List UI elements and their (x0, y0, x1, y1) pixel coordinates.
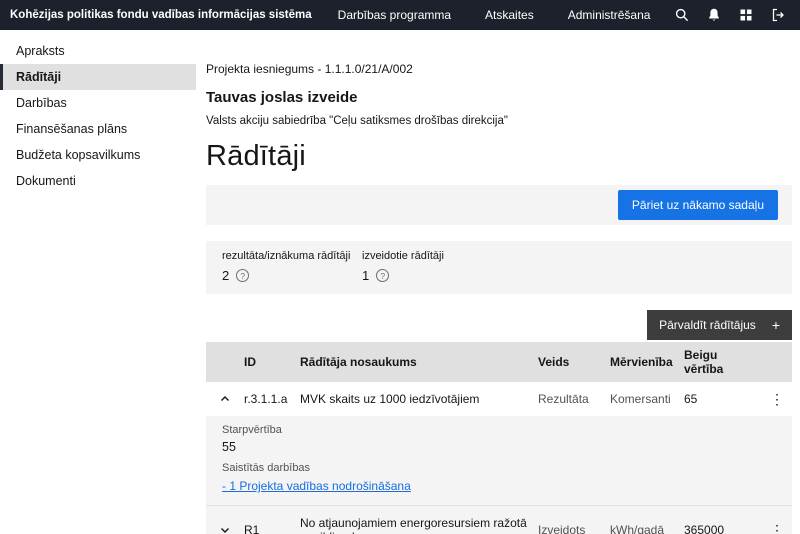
interim-value: 55 (222, 440, 776, 455)
nav-item-administresana[interactable]: Administrēšana (568, 8, 651, 22)
chevron-down-icon[interactable] (219, 524, 231, 534)
stats-panel: rezultāta/iznākuma rādītāji 2 ? izveidot… (206, 241, 792, 294)
sidebar: Apraksts Rādītāji Darbības Finansēšanas … (0, 30, 196, 534)
stat-value: 2 (222, 268, 229, 283)
main-content: Projekta iesniegums - 1.1.1.0/21/A/002 T… (196, 30, 800, 534)
stat-created-indicators: izveidotie rādītāji 1 ? (362, 250, 502, 283)
cell-name: No atjaunojamiem energoresursiem ražotā … (300, 506, 538, 534)
sidebar-item-raditaji[interactable]: Rādītāji (0, 64, 196, 90)
cell-unit: kWh/gadā (610, 513, 684, 534)
cell-type: Izveidots (538, 513, 610, 534)
sidebar-item-dokumenti[interactable]: Dokumenti (0, 168, 196, 194)
row-menu-kebab-icon[interactable]: ⋮ (770, 392, 784, 406)
header-spacer (762, 356, 792, 368)
info-icon[interactable]: ? (376, 269, 389, 282)
nav-item-atskaites[interactable]: Atskaites (485, 8, 534, 22)
manage-indicators-button[interactable]: Pārvaldīt rādītājus + (647, 310, 792, 340)
cell-type: Rezultāta (538, 382, 610, 416)
sidebar-item-finansesanas-plans[interactable]: Finansēšanas plāns (0, 116, 196, 142)
page-title: Rādītāji (206, 140, 792, 173)
column-header-unit: Mērvienība (610, 349, 684, 375)
chevron-up-icon[interactable] (219, 393, 231, 405)
applicant-name: Valsts akciju sabiedrība "Ceļu satiksmes… (206, 115, 792, 127)
row-details: Starpvērtība 55 Saistītās darbības - 1 P… (206, 416, 792, 505)
related-actions-label: Saistītās darbības (222, 462, 776, 475)
next-section-button[interactable]: Pāriet uz nākamo sadaļu (618, 190, 778, 220)
table-row: R1 No atjaunojamiem energoresursiem ražo… (206, 505, 792, 534)
page-layout: Apraksts Rādītāji Darbības Finansēšanas … (0, 30, 800, 534)
cell-id: R1 (244, 513, 300, 534)
related-action-link[interactable]: - 1 Projekta vadības nodrošināšana (222, 479, 411, 494)
app-root: Kohēzijas politikas fondu vadības inform… (0, 0, 800, 534)
topbar: Kohēzijas politikas fondu vadības inform… (0, 0, 800, 30)
column-header-final-value: Beigu vērtība (684, 342, 762, 382)
cell-name: MVK skaits uz 1000 iedzīvotājiem (300, 382, 538, 416)
cell-id: r.3.1.1.a (244, 382, 300, 416)
breadcrumb: Projekta iesniegums - 1.1.1.0/21/A/002 (206, 62, 792, 76)
cell-final-value: 65 (684, 382, 762, 416)
project-title: Tauvas joslas izveide (206, 89, 792, 106)
nav-item-darbibas-programma[interactable]: Darbības programma (338, 8, 451, 22)
stat-value-row: 1 ? (362, 268, 502, 283)
indicators-table: ID Rādītāja nosaukums Veids Mērvienība B… (206, 342, 792, 534)
column-header-name: Rādītāja nosaukums (300, 349, 538, 375)
info-icon[interactable]: ? (236, 269, 249, 282)
table-header-row: ID Rādītāja nosaukums Veids Mērvienība B… (206, 342, 792, 382)
manage-indicators-label: Pārvaldīt rādītājus (659, 318, 756, 332)
cell-expand (206, 514, 244, 534)
column-header-type: Veids (538, 349, 610, 375)
cell-menu: ⋮ (762, 382, 792, 416)
app-title: Kohēzijas politikas fondu vadības inform… (10, 9, 312, 21)
interim-value-label: Starpvērtība (222, 424, 776, 437)
topbar-nav: Darbības programma Atskaites Administrēš… (338, 8, 651, 22)
notifications-bell-icon[interactable] (706, 7, 722, 23)
row-menu-kebab-icon[interactable]: ⋮ (770, 523, 784, 534)
plus-icon: + (772, 318, 780, 332)
sidebar-item-budzeta-kopsavilkums[interactable]: Budžeta kopsavilkums (0, 142, 196, 168)
stat-result-indicators: rezultāta/iznākuma rādītāji 2 ? (222, 250, 362, 283)
table-row: r.3.1.1.a MVK skaits uz 1000 iedzīvotāji… (206, 382, 792, 416)
cell-unit: Komersanti (610, 382, 684, 416)
topbar-icons (674, 7, 786, 23)
next-section-panel: Pāriet uz nākamo sadaļu (206, 185, 792, 225)
manage-row: Pārvaldīt rādītājus + (206, 310, 792, 340)
stat-value: 1 (362, 268, 369, 283)
search-icon[interactable] (674, 7, 690, 23)
stat-label: rezultāta/iznākuma rādītāji (222, 250, 362, 262)
stat-value-row: 2 ? (222, 268, 362, 283)
stat-label: izveidotie rādītāji (362, 250, 502, 262)
column-header-id: ID (244, 349, 300, 375)
cell-expand (206, 383, 244, 415)
sidebar-item-apraksts[interactable]: Apraksts (0, 38, 196, 64)
cell-final-value: 365000 (684, 513, 762, 534)
cell-menu: ⋮ (762, 513, 792, 534)
header-spacer (206, 356, 244, 368)
logout-icon[interactable] (770, 7, 786, 23)
app-switcher-grid-icon[interactable] (738, 7, 754, 23)
sidebar-item-darbibas[interactable]: Darbības (0, 90, 196, 116)
